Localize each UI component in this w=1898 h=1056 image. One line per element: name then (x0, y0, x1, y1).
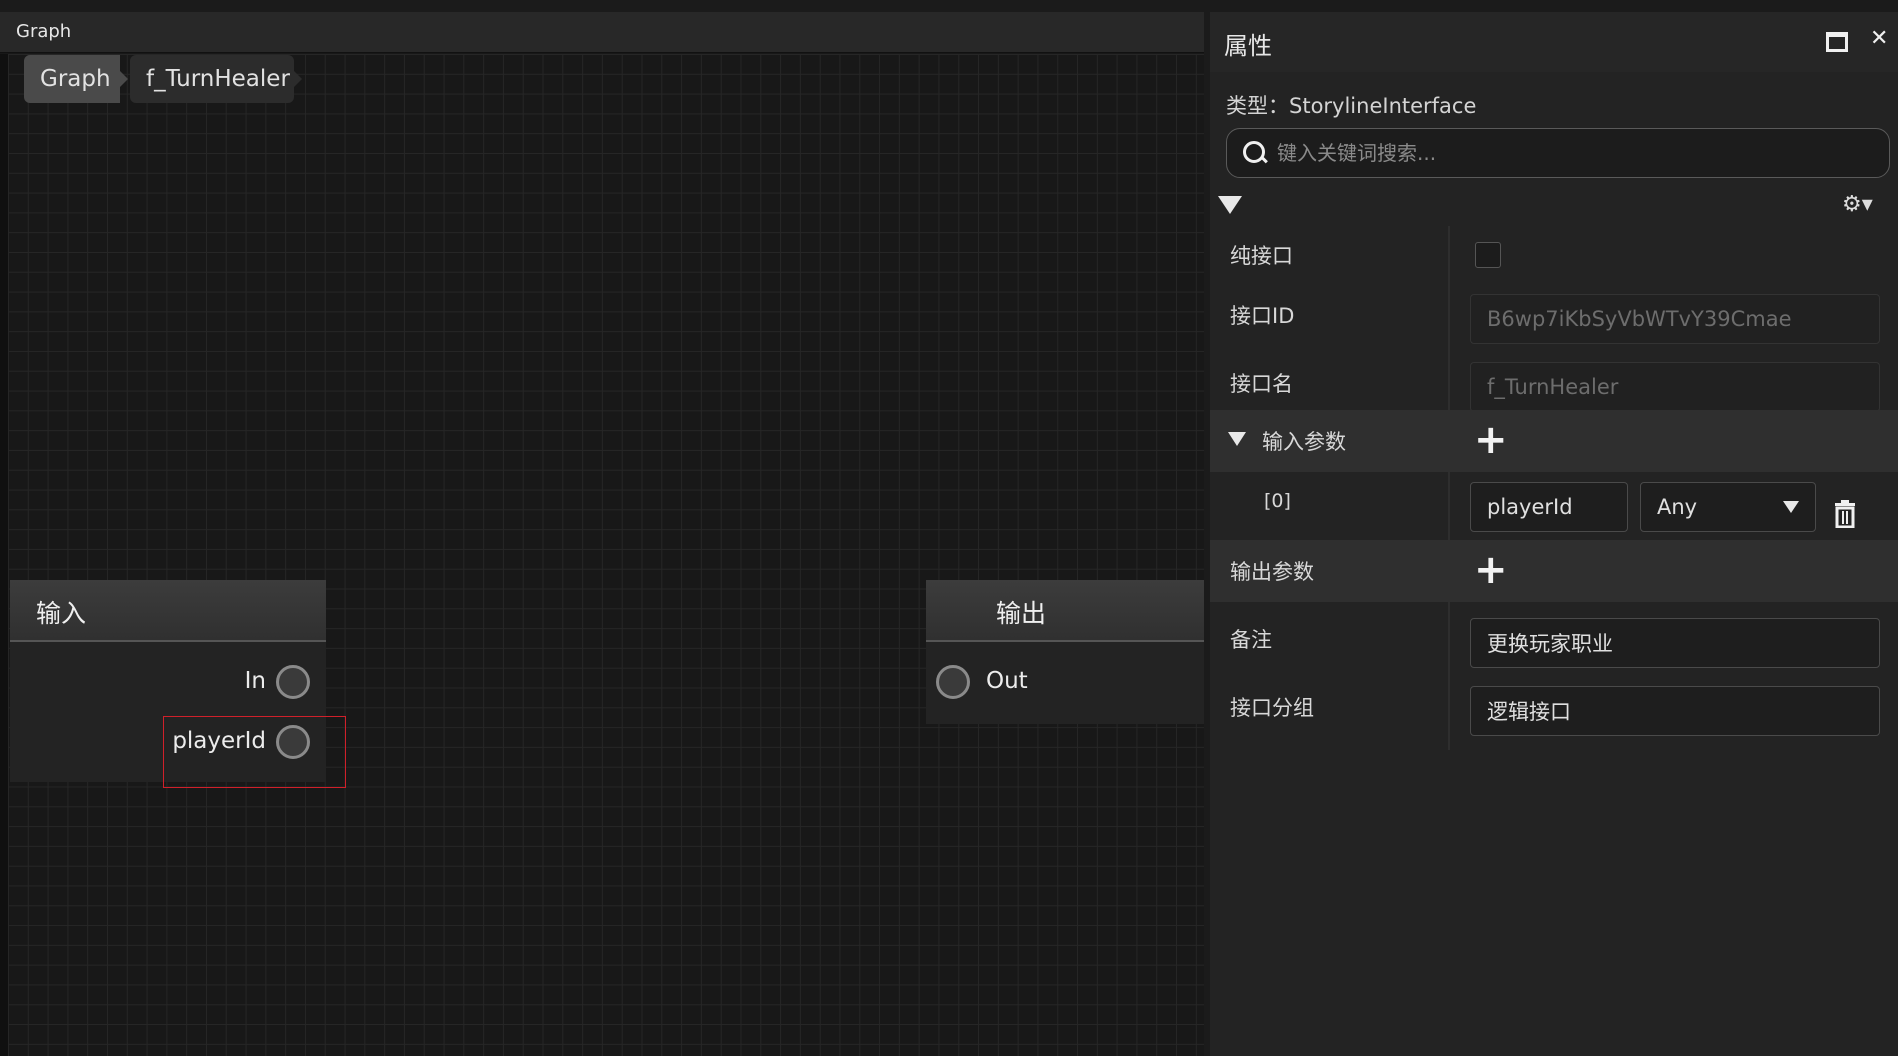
pure-interface-label: 纯接口 (1230, 244, 1293, 268)
properties-title-bar: 属性 ✕ (1210, 12, 1898, 72)
collapse-triangle-icon[interactable] (1218, 196, 1242, 214)
interface-id-label: 接口ID (1230, 304, 1295, 328)
dropdown-arrow-icon (1783, 501, 1799, 513)
graph-canvas[interactable] (8, 54, 1204, 1056)
output-node[interactable]: 输出 Out (926, 580, 1204, 724)
output-node-title: 输出 (996, 599, 1047, 628)
input-param-name-field[interactable]: playerId (1470, 482, 1628, 532)
graph-panel: Graph (0, 12, 1204, 1056)
note-label: 备注 (1230, 628, 1272, 652)
search-icon (1243, 141, 1265, 163)
column-divider (1448, 226, 1450, 750)
output-node-header[interactable]: 输出 (926, 580, 1204, 642)
note-field[interactable]: 更换玩家职业 (1470, 618, 1880, 668)
interface-name-label: 接口名 (1230, 372, 1293, 396)
gear-icon[interactable]: ⚙▾ (1842, 192, 1873, 217)
input-params-collapse-icon[interactable] (1228, 432, 1246, 446)
port-in[interactable] (276, 665, 310, 699)
graph-panel-title: Graph (16, 21, 72, 42)
group-label: 接口分组 (1230, 696, 1314, 720)
breadcrumb-graph[interactable]: Graph (24, 55, 128, 103)
properties-panel: 属性 ✕ 类型：StorylineInterface ⚙▾ 纯接口 接口ID B… (1210, 12, 1898, 1056)
graph-panel-header: Graph (0, 12, 1204, 53)
input-node-header[interactable]: 输入 (10, 580, 326, 642)
interface-name-field: f_TurnHealer (1470, 362, 1880, 412)
add-output-param-button[interactable]: + (1474, 550, 1508, 590)
input-params-label: 输入参数 (1262, 430, 1346, 454)
port-label-out: Out (986, 668, 1028, 694)
search-input[interactable] (1275, 137, 1879, 169)
port-label-in: In (244, 668, 266, 694)
pure-interface-checkbox[interactable] (1475, 242, 1501, 268)
input-param-type-value: Any (1657, 495, 1698, 519)
breadcrumb-function[interactable]: f_TurnHealer (130, 55, 302, 103)
input-param-type-dropdown[interactable]: Any (1640, 482, 1816, 532)
group-field[interactable]: 逻辑接口 (1470, 686, 1880, 736)
type-line: 类型：StorylineInterface (1226, 94, 1477, 118)
close-icon[interactable]: ✕ (1870, 26, 1888, 51)
selection-highlight (163, 716, 346, 788)
port-out[interactable] (936, 665, 970, 699)
output-params-section: 输出参数 + (1210, 540, 1898, 602)
output-params-label: 输出参数 (1230, 560, 1314, 584)
properties-title: 属性 (1224, 32, 1272, 60)
interface-id-field: B6wp7iKbSyVbWTvY39Cmae (1470, 294, 1880, 344)
trash-icon[interactable] (1834, 500, 1856, 528)
maximize-icon[interactable] (1826, 32, 1848, 52)
add-input-param-button[interactable]: + (1474, 420, 1508, 460)
left-strip (0, 54, 8, 1056)
input-node-title: 输入 (36, 599, 87, 628)
input-param-index: [0] (1264, 490, 1291, 512)
search-box[interactable] (1226, 128, 1890, 178)
input-params-section: 输入参数 + (1210, 410, 1898, 472)
